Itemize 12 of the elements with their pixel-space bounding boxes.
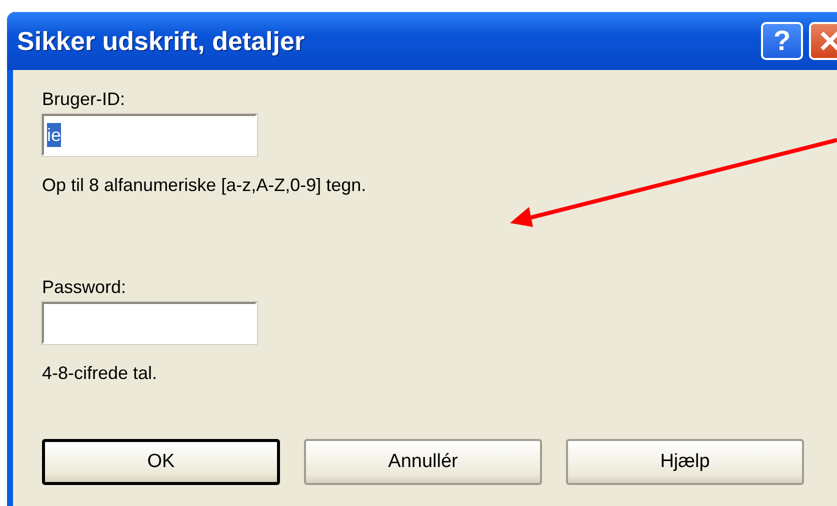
hint-text: 4-8-cifrede tal.: [42, 362, 158, 384]
close-icon: [819, 30, 837, 52]
dialog-button[interactable]: OK: [42, 439, 280, 485]
window-title: Sikker udskrift, detaljer: [17, 26, 306, 56]
help-button[interactable]: ?: [761, 22, 803, 60]
hint-text: Op til 8 alfanumeriske [a-z,A-Z,0-9] tegn.: [42, 174, 366, 196]
field-label: Password:: [42, 276, 126, 298]
text-field[interactable]: ie: [42, 114, 257, 156]
dialog-button[interactable]: Hjælp: [566, 439, 804, 485]
field-label: Bruger-ID:: [42, 88, 126, 110]
text-field[interactable]: [42, 302, 257, 344]
dialog-button[interactable]: Annullér: [304, 439, 542, 485]
